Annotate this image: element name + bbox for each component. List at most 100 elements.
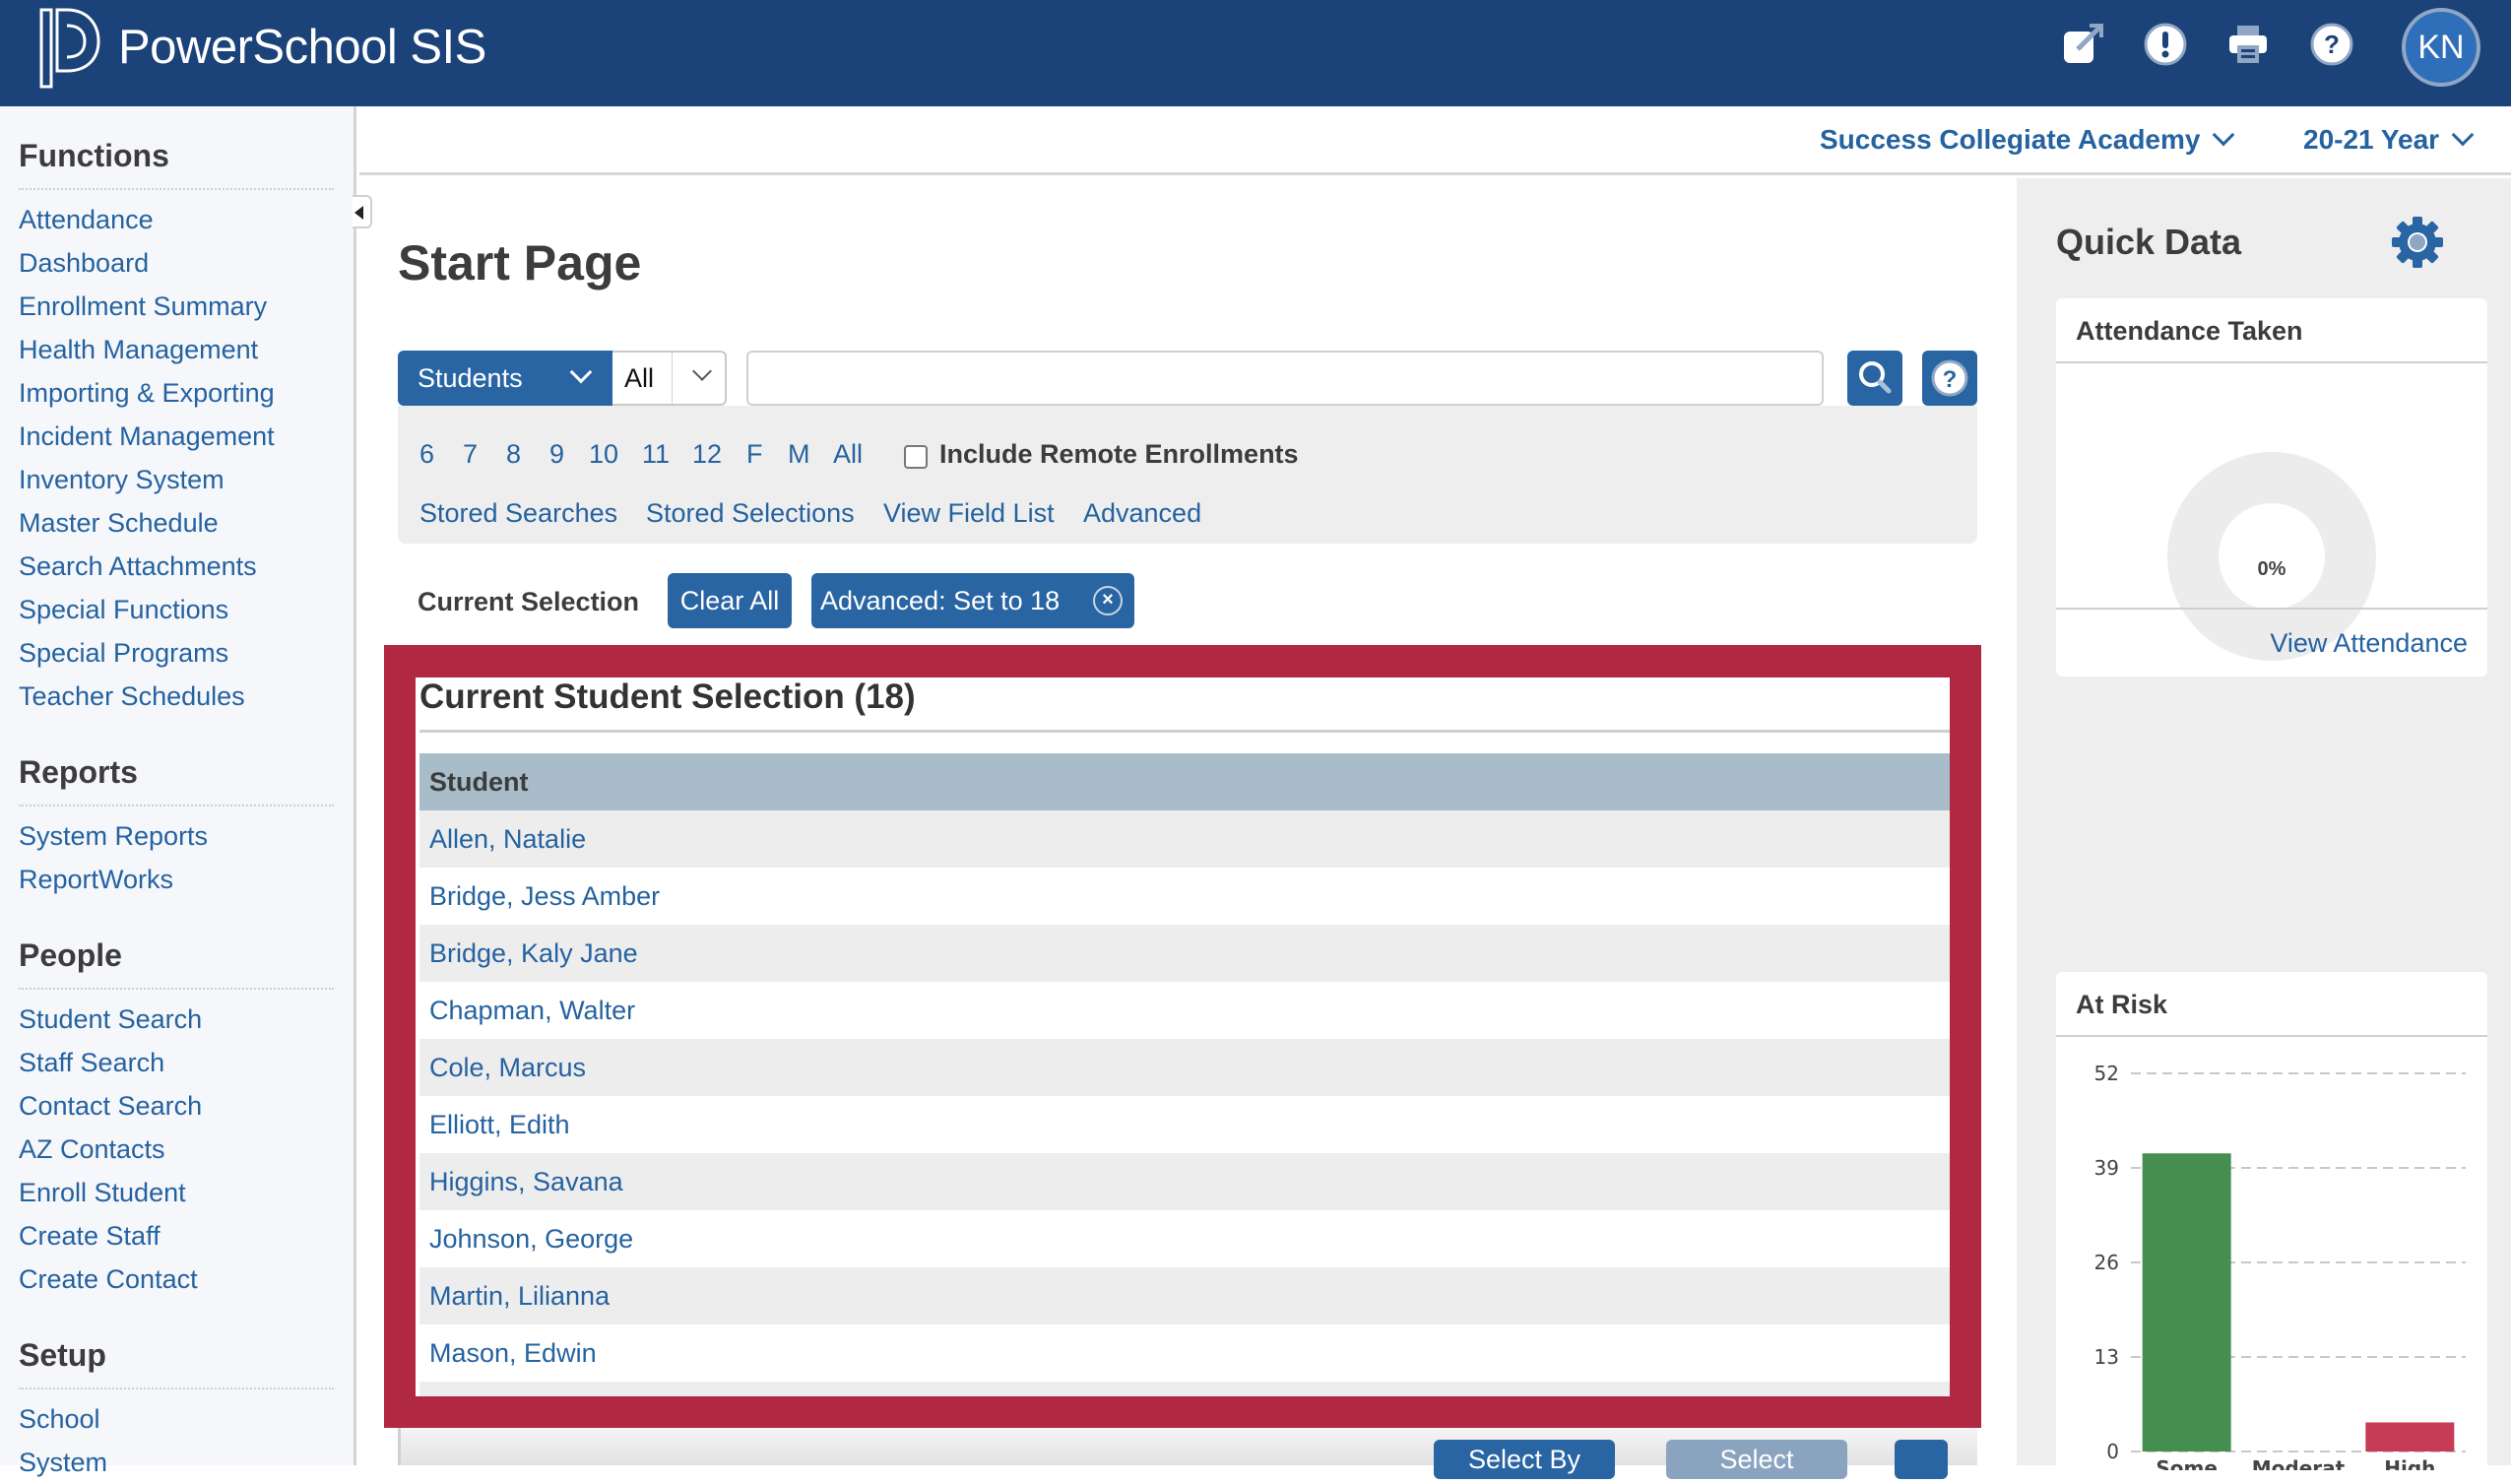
sidebar-item-create-contact[interactable]: Create Contact [19,1258,334,1301]
attendance-card-title: Attendance Taken [2056,298,2487,363]
user-avatar[interactable]: KN [2402,8,2480,87]
sidebar-item-reportworks[interactable]: ReportWorks [19,858,334,901]
print-icon[interactable] [2225,22,2271,67]
select-function-dropdown[interactable] [1895,1440,1948,1479]
sidebar-item-student-search[interactable]: Student Search [19,998,334,1041]
include-remote-checkbox[interactable] [904,445,928,469]
external-link-icon[interactable] [2060,22,2105,67]
sidebar-item-enroll-student[interactable]: Enroll Student [19,1171,334,1214]
sidebar-item-master-schedule[interactable]: Master Schedule [19,501,334,545]
stored-selections-link[interactable]: Stored Selections [646,498,855,529]
grade-filter-12[interactable]: 12 [692,439,722,470]
school-selector[interactable]: Success Collegiate Academy [1820,123,2235,156]
sidebar-item-special-programs[interactable]: Special Programs [19,631,334,675]
select-by-hand-button[interactable]: Select By Hand [1434,1440,1615,1479]
help-icon[interactable]: ? [2309,22,2354,67]
grade-filter-11[interactable]: 11 [642,439,670,470]
advanced-link[interactable]: Advanced [1083,498,1201,529]
sidebar-item-inventory-system[interactable]: Inventory System [19,458,334,501]
table-row[interactable]: Bridge, Jess Amber [419,868,1950,925]
sidebar-section-title: Setup [19,1337,334,1389]
x-tick-label: Moderat [2252,1456,2346,1470]
sidebar-section-setup: Setup School System [19,1337,334,1484]
grade-filter-all[interactable]: All [833,439,863,470]
grade-filter-f[interactable]: F [746,439,763,470]
sidebar-item-dashboard[interactable]: Dashboard [19,241,334,285]
sidebar-item-health-management[interactable]: Health Management [19,328,334,371]
x-tick-label: Some [2156,1456,2218,1470]
search-input[interactable] [746,351,1824,406]
sidebar: Functions Attendance Dashboard Enrollmen… [0,106,356,1477]
sidebar-item-system-reports[interactable]: System Reports [19,814,334,858]
view-attendance-link[interactable]: View Attendance [2056,608,2487,677]
chevron-down-icon [2451,123,2475,147]
select-function-button[interactable]: Select Function [1666,1440,1847,1479]
bar-high[interactable] [2365,1422,2455,1452]
quick-data-panel: Quick Data Attendance Taken 0% View Atte… [2017,178,2511,1484]
grade-filter-8[interactable]: 8 [506,439,521,470]
table-row[interactable]: Chapman, Walter [419,982,1950,1039]
table-row[interactable]: Martin, Lilianna [419,1267,1950,1324]
sidebar-item-attendance[interactable]: Attendance [19,198,334,241]
table-row[interactable]: Cole, Marcus [419,1039,1950,1096]
sidebar-section-functions: Functions Attendance Dashboard Enrollmen… [19,138,334,718]
search-button[interactable] [1847,351,1902,406]
sidebar-item-special-functions[interactable]: Special Functions [19,588,334,631]
y-tick-label: 52 [2094,1062,2119,1085]
sidebar-item-enrollment-summary[interactable]: Enrollment Summary [19,285,334,328]
sidebar-item-create-staff[interactable]: Create Staff [19,1214,334,1258]
bar-some[interactable] [2142,1153,2231,1452]
gear-icon[interactable] [2391,216,2444,269]
chevron-down-icon [569,360,593,384]
close-icon[interactable]: × [1093,586,1123,615]
sidebar-item-contact-search[interactable]: Contact Search [19,1084,334,1128]
stored-searches-link[interactable]: Stored Searches [419,498,617,529]
selection-panel-title: Current Student Selection (18) [419,677,916,716]
search-help-button[interactable]: ? [1922,351,1977,406]
sidebar-item-teacher-schedules[interactable]: Teacher Schedules [19,675,334,718]
clear-all-button[interactable]: Clear All [668,573,792,628]
quick-data-title: Quick Data [2056,222,2242,262]
sidebar-section-reports: Reports System Reports ReportWorks [19,754,334,901]
table-row[interactable]: Elliott, Edith [419,1096,1950,1153]
sidebar-item-system[interactable]: System [19,1441,334,1484]
table-row[interactable] [419,1382,1950,1396]
table-row[interactable]: Johnson, George [419,1210,1950,1267]
search-scope-select[interactable]: All [612,351,727,406]
include-remote-label: Include Remote Enrollments [939,439,1299,469]
chevron-down-icon [2213,123,2235,147]
grade-filter-7[interactable]: 7 [463,439,478,470]
search-scope-value: All [624,363,655,393]
sidebar-item-incident-management[interactable]: Incident Management [19,415,334,458]
grade-filter-m[interactable]: M [788,439,810,470]
alert-icon[interactable] [2143,22,2188,67]
year-selector[interactable]: 20-21 Year [2303,123,2475,156]
y-tick-label: 0 [2106,1440,2119,1463]
help-icon: ? [1931,359,1968,397]
attendance-taken-card: Attendance Taken 0% View Attendance [2056,298,2487,677]
sidebar-item-importing-exporting[interactable]: Importing & Exporting [19,371,334,415]
at-risk-chart: 0 13 26 39 52 Some Moderat High [2094,1062,2466,1470]
search-type-select[interactable]: Students [398,351,612,406]
table-row[interactable]: Higgins, Savana [419,1153,1950,1210]
y-tick-label: 26 [2094,1251,2119,1274]
attendance-percent: 0% [2257,558,2286,580]
current-student-selection-panel: Current Student Selection (18) Student A… [416,677,1950,1396]
x-tick-label: High [2384,1456,2435,1470]
grade-filter-6[interactable]: 6 [419,439,434,470]
sidebar-item-search-attachments[interactable]: Search Attachments [19,545,334,588]
sidebar-collapse-toggle[interactable] [353,195,372,228]
table-row[interactable]: Bridge, Kaly Jane [419,925,1950,982]
view-field-list-link[interactable]: View Field List [883,498,1055,529]
sidebar-item-az-contacts[interactable]: AZ Contacts [19,1128,334,1171]
grade-filter-9[interactable]: 9 [549,439,564,470]
sidebar-item-staff-search[interactable]: Staff Search [19,1041,334,1084]
grade-filter-10[interactable]: 10 [589,439,618,470]
sidebar-item-school[interactable]: School [19,1397,334,1441]
school-name: Success Collegiate Academy [1820,124,2201,155]
powerschool-logo-icon[interactable] [37,8,102,89]
table-row[interactable]: Mason, Edwin [419,1324,1950,1382]
table-header-student[interactable]: Student [419,753,1950,810]
current-selection-label: Current Selection [418,587,640,616]
table-row[interactable]: Allen, Natalie [419,810,1950,868]
